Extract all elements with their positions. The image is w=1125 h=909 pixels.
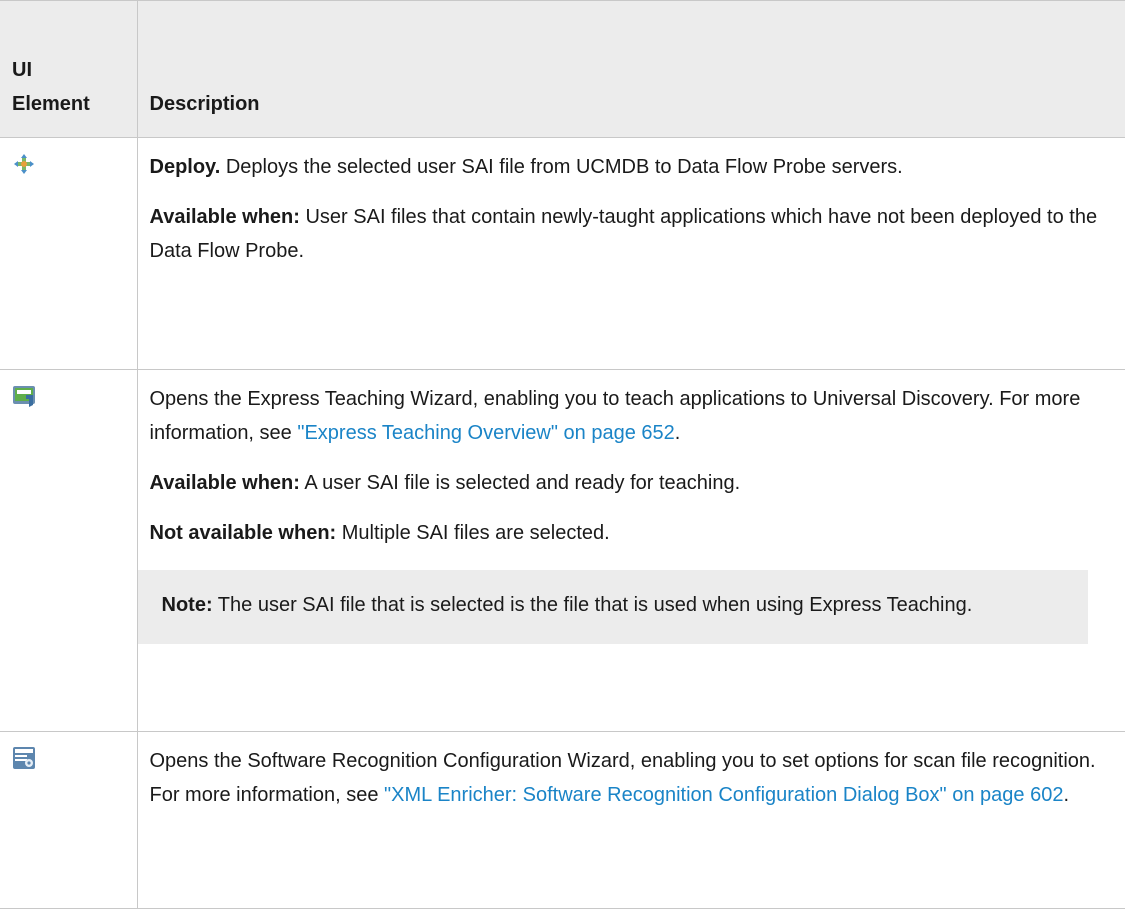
note-paragraph: Note: The user SAI file that is selected… — [162, 588, 1064, 622]
note-label: Note: — [162, 594, 213, 616]
not-available-text: Multiple SAI files are selected. — [336, 522, 609, 544]
deploy-title: Deploy. — [150, 156, 221, 178]
deploy-available: Available when: User SAI files that cont… — [150, 200, 1125, 268]
description-cell: Deploy. Deploys the selected user SAI fi… — [137, 138, 1125, 370]
software-recognition-text-end: . — [1063, 784, 1069, 806]
header-ui-element-line1: UI — [12, 59, 32, 81]
available-label: Available when: — [150, 472, 300, 494]
available-label: Available when: — [150, 206, 300, 228]
icon-cell — [0, 138, 137, 370]
description-cell: Opens the Express Teaching Wizard, enabl… — [137, 370, 1125, 732]
express-teaching-overview-link[interactable]: "Express Teaching Overview" on page 652 — [297, 422, 674, 444]
xml-enricher-link[interactable]: "XML Enricher: Software Recognition Conf… — [384, 784, 1063, 806]
express-teaching-available: Available when: A user SAI file is selec… — [150, 466, 1125, 500]
header-description: Description — [137, 1, 1125, 138]
express-teaching-not-available: Not available when: Multiple SAI files a… — [150, 516, 1125, 550]
deploy-text: Deploys the selected user SAI file from … — [220, 156, 902, 178]
not-available-label: Not available when: — [150, 522, 337, 544]
ui-elements-table: UI Element Description — [0, 0, 1125, 909]
express-teaching-text-end: . — [675, 422, 681, 444]
table-row: Deploy. Deploys the selected user SAI fi… — [0, 138, 1125, 370]
express-teaching-icon[interactable] — [12, 384, 36, 408]
table-row: Opens the Express Teaching Wizard, enabl… — [0, 370, 1125, 732]
available-text: A user SAI file is selected and ready fo… — [300, 472, 740, 494]
deploy-description: Deploy. Deploys the selected user SAI fi… — [150, 150, 1125, 184]
deploy-icon[interactable] — [12, 152, 36, 176]
note-text: The user SAI file that is selected is th… — [213, 594, 973, 616]
header-ui-element-line2: Element — [12, 93, 90, 115]
software-recognition-description: Opens the Software Recognition Configura… — [150, 744, 1125, 812]
software-recognition-config-icon[interactable] — [12, 746, 36, 770]
description-cell: Opens the Software Recognition Configura… — [137, 732, 1125, 909]
table-row: Opens the Software Recognition Configura… — [0, 732, 1125, 909]
header-ui-element: UI Element — [0, 1, 137, 138]
table-header-row: UI Element Description — [0, 1, 1125, 138]
icon-cell — [0, 732, 137, 909]
note-box: Note: The user SAI file that is selected… — [138, 570, 1088, 644]
icon-cell — [0, 370, 137, 732]
express-teaching-description: Opens the Express Teaching Wizard, enabl… — [150, 382, 1125, 450]
